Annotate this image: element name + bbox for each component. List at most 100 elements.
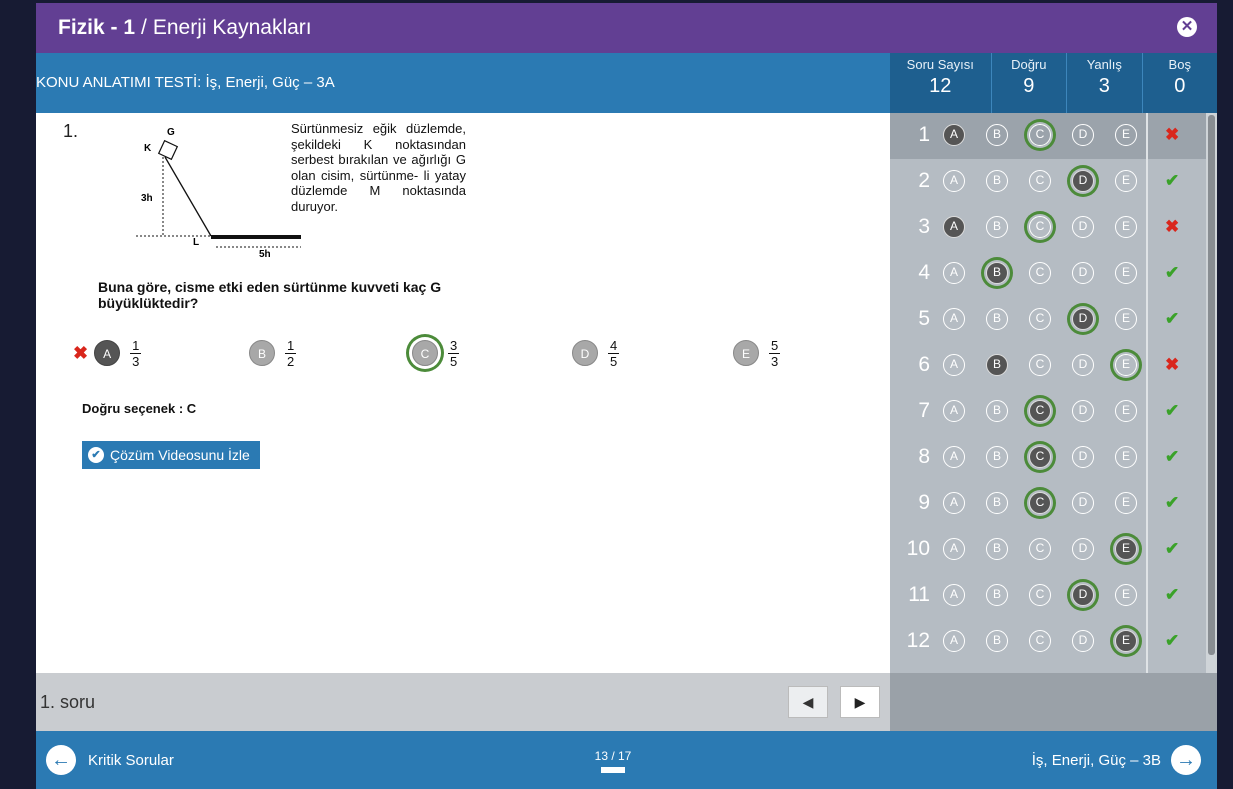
- answer-bubble-e[interactable]: E: [1115, 538, 1137, 560]
- answer-bubble-c[interactable]: C: [1029, 492, 1051, 514]
- answer-bubble-b[interactable]: B: [986, 584, 1008, 606]
- answer-bubble-d[interactable]: D: [1072, 400, 1094, 422]
- prev-question-button[interactable]: ◀: [788, 686, 828, 718]
- next-question-button[interactable]: ▶: [840, 686, 880, 718]
- answer-row[interactable]: 5 A B C D E ✔: [890, 297, 1206, 343]
- answer-bubble-d[interactable]: D: [1072, 538, 1094, 560]
- option-fraction: 1 3: [130, 337, 142, 369]
- answer-bubble-c[interactable]: C: [1029, 630, 1051, 652]
- fraction-numerator: 5: [769, 337, 781, 354]
- answer-row-number: 8: [918, 445, 930, 468]
- answer-bubble-e[interactable]: E: [1115, 216, 1137, 238]
- label-k: K: [144, 143, 152, 154]
- answer-row-number: 1: [918, 123, 930, 146]
- answer-bubble-e[interactable]: E: [1115, 170, 1137, 192]
- option-a[interactable]: ✖ A 1 3: [73, 329, 142, 377]
- answer-bubble-d[interactable]: D: [1072, 124, 1094, 146]
- answer-bubble-d[interactable]: D: [1072, 584, 1094, 606]
- next-test-link[interactable]: İş, Enerji, Güç – 3B →: [1032, 745, 1201, 775]
- option-fraction: 1 2: [285, 338, 297, 369]
- question-number: 1.: [63, 121, 79, 141]
- solution-video-button[interactable]: ✔ Çözüm Videosunu İzle: [82, 441, 260, 469]
- answer-row[interactable]: 3 A B C D E ✖: [890, 205, 1206, 251]
- stat-value: 12: [929, 75, 952, 97]
- answer-bubble-c[interactable]: C: [1029, 354, 1051, 376]
- answer-bubble-d[interactable]: D: [1072, 216, 1094, 238]
- answer-bubble-c[interactable]: C: [1029, 170, 1051, 192]
- answer-bubble-b[interactable]: B: [986, 446, 1008, 468]
- answer-bubble-a[interactable]: A: [943, 124, 965, 146]
- option-e[interactable]: E 5 3: [733, 329, 781, 377]
- answer-bubble-c[interactable]: C: [1029, 308, 1051, 330]
- answer-bubble-b[interactable]: B: [986, 170, 1008, 192]
- answer-bubble-a[interactable]: A: [943, 492, 965, 514]
- close-icon[interactable]: ✕: [1177, 17, 1197, 37]
- answer-bubble-e[interactable]: E: [1115, 354, 1137, 376]
- answer-sheet-scrollbar[interactable]: [1206, 113, 1217, 673]
- answer-bubble-a[interactable]: A: [943, 262, 965, 284]
- answer-row[interactable]: 7 A B C D E ✔: [890, 389, 1206, 435]
- answer-bubble-a[interactable]: A: [943, 446, 965, 468]
- answer-bubble-a[interactable]: A: [943, 400, 965, 422]
- answer-bubble-d[interactable]: D: [1072, 262, 1094, 284]
- scrollbar-thumb[interactable]: [1208, 115, 1215, 655]
- answer-bubble-b[interactable]: B: [986, 400, 1008, 422]
- answer-row[interactable]: 1 A B C D E ✖: [890, 113, 1206, 159]
- answer-bubble-b[interactable]: B: [986, 630, 1008, 652]
- answer-bubble-e[interactable]: E: [1115, 262, 1137, 284]
- check-icon: ✔: [1165, 171, 1180, 190]
- answer-bubble-b[interactable]: B: [986, 492, 1008, 514]
- answer-row[interactable]: 9 A B C D E ✔: [890, 481, 1206, 527]
- answer-bubble-d[interactable]: D: [1072, 354, 1094, 376]
- answer-bubble-c[interactable]: C: [1029, 216, 1051, 238]
- fraction-numerator: 1: [130, 337, 142, 354]
- answer-bubble-b[interactable]: B: [986, 216, 1008, 238]
- answer-bubble-e[interactable]: E: [1115, 400, 1137, 422]
- page-indicator[interactable]: 13 / 17: [593, 749, 633, 773]
- answer-bubble-e[interactable]: E: [1115, 308, 1137, 330]
- option-b[interactable]: B 1 2: [249, 329, 297, 377]
- answer-bubble-c[interactable]: C: [1029, 446, 1051, 468]
- answer-bubble-d[interactable]: D: [1072, 170, 1094, 192]
- topic-title: Enerji Kaynakları: [152, 16, 312, 39]
- check-icon: ✔: [1165, 401, 1180, 420]
- answer-bubble-b[interactable]: B: [986, 354, 1008, 376]
- answer-bubble-b[interactable]: B: [986, 262, 1008, 284]
- answer-bubble-e[interactable]: E: [1115, 446, 1137, 468]
- answer-bubble-c[interactable]: C: [1029, 400, 1051, 422]
- label-g: G: [167, 127, 175, 138]
- answer-bubble-b[interactable]: B: [986, 308, 1008, 330]
- answer-bubble-d[interactable]: D: [1072, 492, 1094, 514]
- answer-bubble-a[interactable]: A: [943, 354, 965, 376]
- answer-bubble-d[interactable]: D: [1072, 630, 1094, 652]
- answer-bubble-c[interactable]: C: [1029, 262, 1051, 284]
- answer-bubble-b[interactable]: B: [986, 538, 1008, 560]
- answer-bubble-b[interactable]: B: [986, 124, 1008, 146]
- answer-bubble-c[interactable]: C: [1029, 538, 1051, 560]
- answer-bubble-e[interactable]: E: [1115, 630, 1137, 652]
- answer-bubble-a[interactable]: A: [943, 584, 965, 606]
- answer-bubble-d[interactable]: D: [1072, 308, 1094, 330]
- answer-row[interactable]: 10 A B C D E ✔: [890, 527, 1206, 573]
- answer-row[interactable]: 4 A B C D E ✔: [890, 251, 1206, 297]
- answer-bubble-c[interactable]: C: [1029, 584, 1051, 606]
- answer-bubble-a[interactable]: A: [943, 170, 965, 192]
- answer-row[interactable]: 6 A B C D E ✖: [890, 343, 1206, 389]
- answer-bubble-c[interactable]: C: [1029, 124, 1051, 146]
- answer-bubble-e[interactable]: E: [1115, 124, 1137, 146]
- answer-bubble-e[interactable]: E: [1115, 584, 1137, 606]
- answer-row[interactable]: 8 A B C D E ✔: [890, 435, 1206, 481]
- critical-questions-link[interactable]: ← Kritik Sorular: [46, 745, 174, 775]
- answer-row[interactable]: 11 A B C D E ✔: [890, 573, 1206, 619]
- answer-bubble-a[interactable]: A: [943, 308, 965, 330]
- answer-bubble-d[interactable]: D: [1072, 446, 1094, 468]
- option-d[interactable]: D 4 5: [572, 329, 620, 377]
- answer-bubble-e[interactable]: E: [1115, 492, 1137, 514]
- answer-bubble-a[interactable]: A: [943, 630, 965, 652]
- option-c[interactable]: C 3 5: [412, 329, 460, 377]
- stat-label: Doğru: [1011, 57, 1047, 72]
- answer-bubble-a[interactable]: A: [943, 216, 965, 238]
- answer-bubble-a[interactable]: A: [943, 538, 965, 560]
- answer-row[interactable]: 2 A B C D E ✔: [890, 159, 1206, 205]
- answer-row[interactable]: 12 A B C D E ✔: [890, 619, 1206, 665]
